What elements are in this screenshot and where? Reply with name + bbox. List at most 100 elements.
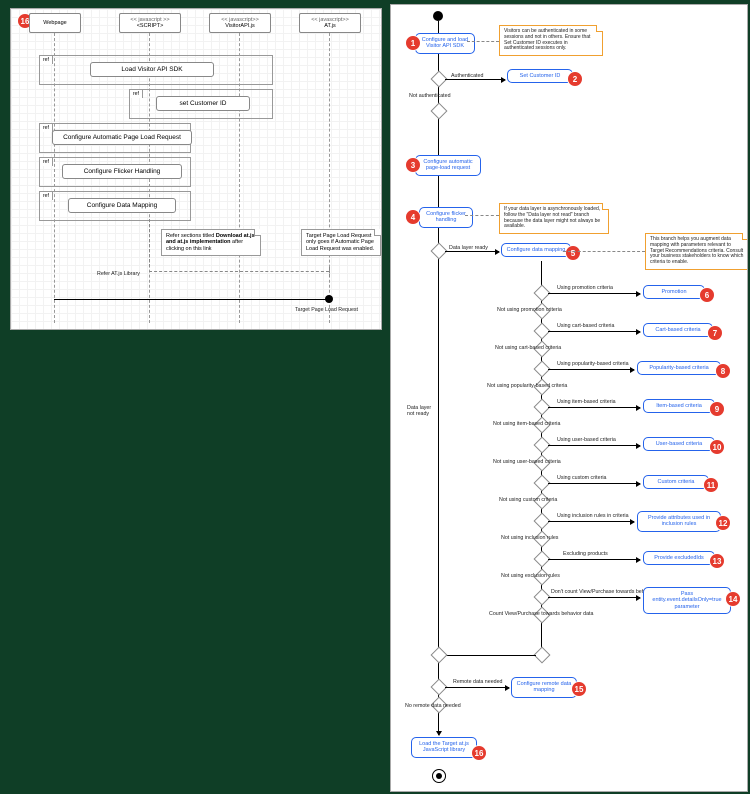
spine xyxy=(438,21,439,735)
lane-webpage-title: Webpage xyxy=(43,20,66,26)
node-auto-pageload: Configure automatic page-load request xyxy=(415,155,481,176)
act-start xyxy=(433,11,443,21)
note-branch-text: This branch helps you augment data mappi… xyxy=(650,236,743,265)
badge-2: 2 xyxy=(567,71,583,87)
frag-loadvisitor-tab: ref xyxy=(39,55,53,64)
lbl-count-y: Count View/Purchase towards behavior dat… xyxy=(489,611,593,617)
badge-8: 8 xyxy=(715,363,731,379)
conn-count xyxy=(548,597,640,598)
frag-datamap-tab: ref xyxy=(39,191,53,200)
msg-target-pageload xyxy=(54,299,329,300)
lane-visitorapi-title: VisitorAPI.js xyxy=(225,23,255,29)
merge-datalayer xyxy=(431,647,448,664)
note-refer-pre: Refer sections titled xyxy=(166,233,216,239)
dash-note-branch xyxy=(563,251,645,252)
note-branch: This branch helps you augment data mappi… xyxy=(645,233,748,270)
note-target-text: Target Page Load Request only goes if Au… xyxy=(306,233,374,252)
frag-flicker: ref Configure Flicker Handling xyxy=(39,157,191,187)
box-loadvisitor: Load Visitor API SDK xyxy=(90,62,214,77)
dash-to-note xyxy=(149,219,150,267)
lbl-pop-y: Using popularity-based criteria xyxy=(557,361,629,367)
lifeline-atjs xyxy=(329,33,330,323)
badge-10: 10 xyxy=(709,439,725,455)
note-dlayer-text: If your data layer is asynchronously loa… xyxy=(504,206,600,229)
badge-3: 3 xyxy=(405,157,421,173)
link-refer-atjs[interactable]: Refer AT.js Library xyxy=(97,271,140,277)
merge-criteria-end xyxy=(534,647,551,664)
badge-5: 5 xyxy=(565,245,581,261)
lane-atjs-title: AT.js xyxy=(324,23,336,29)
node-cart-criteria: Cart-based criteria xyxy=(643,323,713,337)
node-popularity-criteria: Popularity-based criteria xyxy=(637,361,721,375)
node-inclusion-attrs: Provide attributes used in inclusion rul… xyxy=(637,511,721,532)
lane-script-title: <SCRIPT> xyxy=(137,23,164,29)
node-configure-visitor-sdk: Configure and load Visitor API SDK xyxy=(415,33,475,54)
lbl-incl-y: Using inclusion rules in criteria xyxy=(557,513,629,519)
conn-user xyxy=(548,445,640,446)
node-custom-criteria: Custom criteria xyxy=(643,475,709,489)
node-data-mapping: Configure data mapping xyxy=(501,243,571,257)
box-flicker: Configure Flicker Handling xyxy=(62,164,182,179)
lane-script: << javascript >> <SCRIPT> xyxy=(119,13,181,33)
dash-note-auth xyxy=(467,41,499,42)
frag-autoreq: ref Configure Automatic Page Load Reques… xyxy=(39,123,191,153)
node-flicker: Configure flicker handling xyxy=(419,207,473,228)
node-set-customer-id: Set Customer ID xyxy=(507,69,573,83)
lbl-cart-y: Using cart-based criteria xyxy=(557,323,614,329)
node-detailsonly: Pass entity.event.detailsOnly=true param… xyxy=(643,587,731,614)
conn-pop xyxy=(548,369,634,370)
dash-to-atjs xyxy=(149,271,329,272)
node-user-criteria: User-based criteria xyxy=(643,437,715,451)
badge-16: 16 xyxy=(471,745,487,761)
lbl-item-y: Using item-based criteria xyxy=(557,399,616,405)
lane-webpage: Webpage xyxy=(29,13,81,33)
dash-note-dlayer xyxy=(465,215,499,216)
canvas: 16 Webpage << javascript >> <SCRIPT> << … xyxy=(0,0,750,794)
note-refer: Refer sections titled Download at.js and… xyxy=(161,229,261,256)
lbl-user-y: Using user-based criteria xyxy=(557,437,616,443)
lbl-excl-n: Not using exclusion rules xyxy=(501,573,560,579)
badge-13: 13 xyxy=(709,553,725,569)
node-excludedids: Provide excludedIds xyxy=(643,551,715,565)
badge-7: 7 xyxy=(707,325,723,341)
badge-4: 4 xyxy=(405,209,421,225)
box-autoreq: Configure Automatic Page Load Request xyxy=(52,130,192,145)
lbl-cart-n: Not using cart-based criteria xyxy=(495,345,561,351)
seq-end-dot xyxy=(325,295,333,303)
lbl-remote-y: Remote data needed xyxy=(453,679,502,685)
frag-loadvisitor: ref Load Visitor API SDK xyxy=(39,55,273,85)
box-datamap: Configure Data Mapping xyxy=(68,198,176,213)
badge-15: 15 xyxy=(571,681,587,697)
lbl-item-n: Not using item-based criteria xyxy=(493,421,560,427)
badge-11: 11 xyxy=(703,477,719,493)
badge-14: 14 xyxy=(725,591,741,607)
conn-incl xyxy=(548,521,634,522)
lane-visitorapi: << javascript>> VisitorAPI.js xyxy=(209,13,271,33)
note-target: Target Page Load Request only goes if Au… xyxy=(301,229,381,256)
conn-cart xyxy=(548,331,640,332)
conn-rejoin xyxy=(438,655,536,656)
lbl-user-n: Not using user-based criteria xyxy=(493,459,561,465)
badge-9: 9 xyxy=(709,401,725,417)
lbl-remote-n: No remote data needed xyxy=(405,703,461,709)
badge-1: 1 xyxy=(405,35,421,51)
frag-setcid: ref set Customer ID xyxy=(129,89,273,119)
frag-autoreq-tab: ref xyxy=(39,123,53,132)
lbl-excl-y: Excluding products xyxy=(563,551,608,557)
merge-auth xyxy=(431,103,448,120)
lbl-pop-n: Not using popularity-based criteria xyxy=(487,383,567,389)
lbl-incl-n: Not using inclusion rules xyxy=(501,535,558,541)
lbl-noauth: Not authenticated xyxy=(409,93,451,99)
conn-custom xyxy=(548,483,640,484)
frag-flicker-tab: ref xyxy=(39,157,53,166)
frag-setcid-tab: ref xyxy=(129,89,143,98)
node-item-criteria: Item-based criteria xyxy=(643,399,715,413)
seq-footer-label: Target Page Load Request xyxy=(295,307,358,313)
frag-datamap: ref Configure Data Mapping xyxy=(39,191,191,221)
conn-remote xyxy=(445,687,509,688)
conn-to-setcid xyxy=(445,79,505,80)
node-load-atjs: Load the Target at.js JavaScript library xyxy=(411,737,477,758)
lane-atjs: << javascript>> AT.js xyxy=(299,13,361,33)
lbl-cust-n: Not using custom criteria xyxy=(499,497,557,503)
lbl-promo-n: Not using promotion criteria xyxy=(497,307,562,313)
